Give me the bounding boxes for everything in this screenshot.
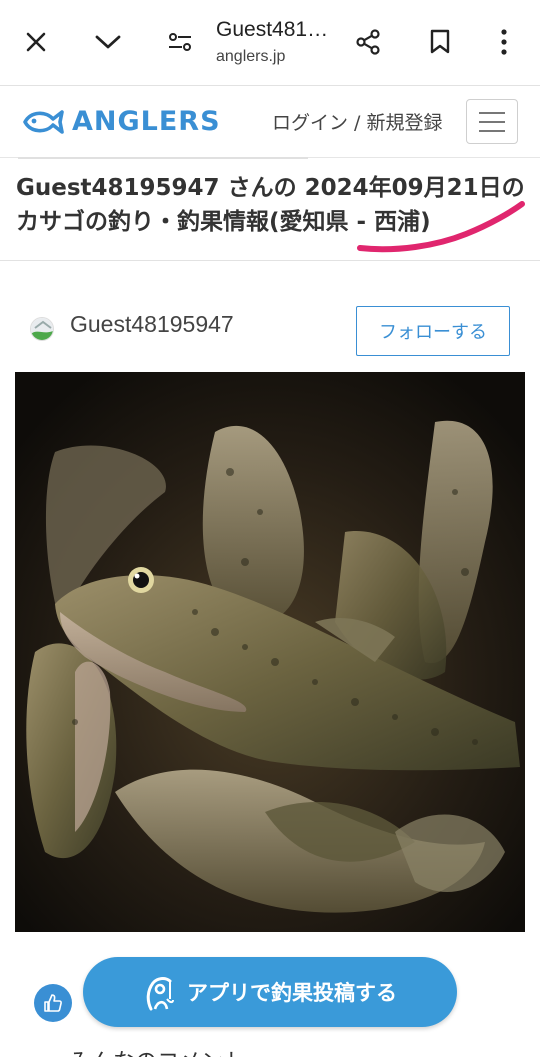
catch-photo: [15, 372, 525, 932]
site-settings-icon[interactable]: [158, 20, 202, 64]
like-button[interactable]: [34, 984, 72, 1022]
fish-logo-icon: [23, 109, 64, 134]
hamburger-menu-button[interactable]: [466, 99, 518, 144]
logo-text: ANGLERS: [72, 106, 221, 137]
login-register-link[interactable]: ログイン / 新規登録: [272, 108, 442, 135]
browser-toolbar: Guest481… anglers.jp: [0, 0, 540, 86]
share-icon[interactable]: [346, 20, 390, 64]
thumbs-up-icon: [44, 994, 62, 1012]
title-divider: [0, 260, 540, 261]
browser-page-title: Guest481…: [216, 18, 329, 41]
browser-url[interactable]: anglers.jp: [216, 48, 285, 66]
site-header: ANGLERS ログイン / 新規登録: [0, 86, 540, 158]
app-post-label: アプリで釣果投稿する: [187, 981, 397, 1005]
app-post-button[interactable]: アプリで釣果投稿する: [83, 957, 457, 1027]
highlight-underline: [357, 201, 525, 253]
bookmark-icon[interactable]: [418, 20, 462, 64]
username[interactable]: Guest48195947: [70, 311, 234, 338]
chevron-down-icon[interactable]: [86, 20, 130, 64]
follow-button[interactable]: フォローする: [356, 306, 510, 356]
avatar[interactable]: [30, 317, 54, 341]
anglers-logo[interactable]: ANGLERS: [22, 106, 221, 137]
header-divider: [18, 157, 308, 159]
more-vert-icon[interactable]: [482, 20, 526, 64]
comments-heading: ・ みんなのコメント: [40, 1044, 245, 1057]
angler-icon: [143, 973, 177, 1011]
close-icon[interactable]: [14, 20, 58, 64]
